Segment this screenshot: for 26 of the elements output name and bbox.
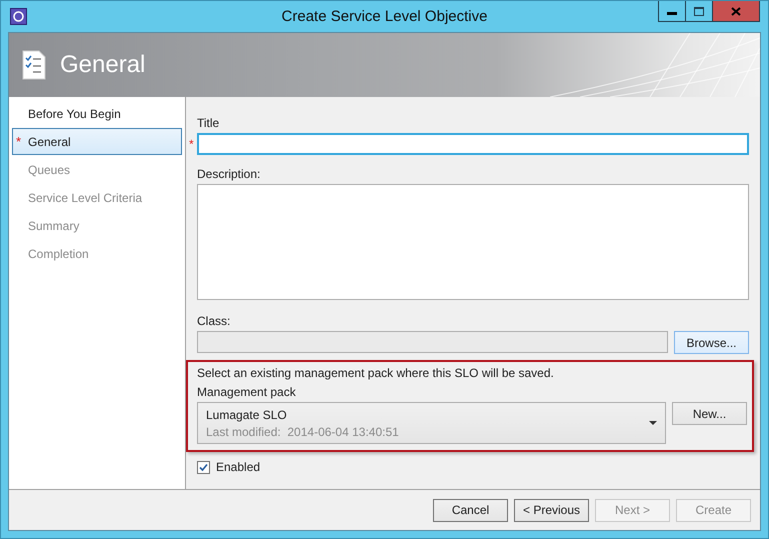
checklist-icon	[22, 50, 46, 80]
page-heading: General	[60, 51, 146, 79]
required-mark: *	[16, 134, 22, 149]
field-label: Class:	[197, 314, 232, 327]
maximize-icon	[694, 6, 704, 16]
required-mark: *	[189, 137, 194, 151]
window-title: Create Service Level Objective	[282, 8, 488, 25]
management-pack-dropdown[interactable]: Lumagate SLO Last modified: 2014-06-04 13:40:51	[197, 402, 666, 444]
wizard-button[interactable]: < Previous	[514, 498, 589, 522]
wizard-step[interactable]: Before You Begin	[12, 100, 182, 127]
new-button[interactable]: New...	[672, 402, 747, 425]
field-label: Management pack	[197, 385, 297, 398]
field-label: Title	[197, 116, 220, 129]
wizard-step[interactable]: General *	[12, 128, 182, 155]
field-label: Description:	[197, 167, 262, 180]
app-icon[interactable]	[10, 8, 27, 25]
description-field[interactable]	[197, 184, 749, 300]
caret-icon	[649, 421, 657, 425]
instruction-text: Select an existing management pack where this SLO will be saved.	[197, 366, 555, 380]
checkbox[interactable]	[197, 460, 210, 474]
wizard-button[interactable]: Cancel	[433, 498, 508, 522]
close-icon	[731, 6, 741, 16]
close-button[interactable]	[712, 1, 760, 22]
title-field[interactable]	[197, 133, 749, 155]
minimize-button[interactable]	[658, 1, 686, 22]
checkbox-label: Enabled	[216, 460, 260, 474]
